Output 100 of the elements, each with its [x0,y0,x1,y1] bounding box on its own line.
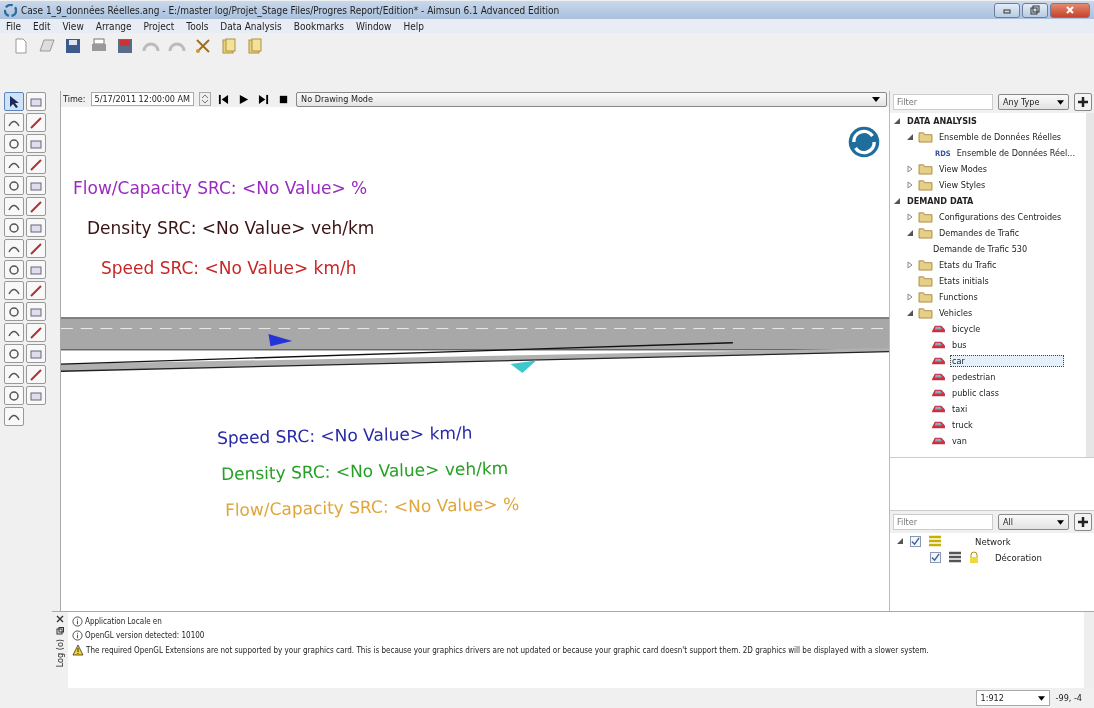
collapsed-arrow-icon[interactable] [906,181,914,189]
tool-button[interactable] [4,344,24,363]
drawing-mode-dropdown[interactable]: No Drawing Mode [296,91,887,107]
skip-forward-icon [258,93,270,105]
expanded-arrow-icon[interactable] [906,309,914,317]
float-icon[interactable] [56,627,64,635]
close-button[interactable] [1050,2,1090,18]
menu-item[interactable]: File [6,20,21,32]
tree-section-header[interactable]: DEMAND DATA [905,195,976,207]
tool-button[interactable] [26,239,46,258]
tree-item[interactable]: Demande de Trafic 530 [931,243,1030,255]
layer-item[interactable]: Network [975,535,1011,547]
menu-item[interactable]: Bookmarks [293,20,344,32]
filter-field[interactable]: Filter [893,94,993,110]
tree-item[interactable]: View Styles [937,179,988,191]
layer-item[interactable]: Décoration [995,551,1042,563]
expanded-arrow-icon[interactable] [906,133,914,141]
add-button[interactable] [1074,513,1092,531]
tool-button[interactable] [4,113,24,132]
tree-item[interactable]: taxi [950,403,970,415]
tree-item[interactable]: public class [950,387,1002,399]
tool-button[interactable] [4,302,24,321]
menu-item[interactable]: Edit [33,20,51,32]
tool-button[interactable] [26,281,46,300]
expanded-arrow-icon[interactable] [906,229,914,237]
collapsed-arrow-icon[interactable] [906,293,914,301]
expanded-arrow-icon[interactable] [896,537,904,545]
tool-button[interactable] [4,134,24,153]
skip-back-icon [218,93,230,105]
expanded-arrow-icon[interactable] [893,197,901,205]
menu-item[interactable]: View [62,20,84,32]
tool-button[interactable] [26,197,46,216]
tree-item[interactable]: car [950,355,1064,367]
tool-icon [7,262,21,277]
vehicle-icon [931,323,946,335]
menu-item[interactable]: Data Analysis [220,20,282,32]
tool-button[interactable] [4,155,24,174]
tree-item[interactable]: bus [950,339,969,351]
dropdown-caret-icon [1057,519,1064,525]
tree-section-header[interactable]: DATA ANALYSIS [905,115,979,127]
stop-icon [278,93,290,105]
tool-button[interactable] [26,365,46,384]
tree-item[interactable]: van [950,435,969,447]
collapsed-arrow-icon[interactable] [906,213,914,221]
measure-label: Flow/Capacity SRC: <No Value> % [224,492,521,521]
tree-item[interactable]: Vehicles [937,307,975,319]
tool-button[interactable] [4,386,24,405]
tool-button[interactable] [4,260,24,279]
close-icon [1065,5,1075,15]
time-field[interactable]: 5/17/2011 12:00:00 AM [90,92,195,106]
tool-button[interactable] [4,218,24,237]
tool-button[interactable] [4,365,24,384]
menu-item[interactable]: Window [356,20,392,32]
tool-button[interactable] [26,323,46,342]
collapsed-arrow-icon[interactable] [906,261,914,269]
layer-checkbox[interactable] [910,535,921,547]
close-icon[interactable] [56,615,64,623]
tree-item[interactable]: View Modes [937,163,990,175]
tool-icon [29,325,43,340]
vehicle-icon [931,371,946,383]
tool-button[interactable] [4,281,24,300]
tree-item[interactable]: Etats du Trafic [937,259,999,271]
tool-button[interactable] [4,407,24,426]
tree-item[interactable]: Ensemble de Données Réelles [937,131,1064,143]
menu-item[interactable]: Project [143,20,175,32]
tool-icon [7,136,21,151]
tree-item[interactable]: Configurations des Centroides [937,211,1064,223]
tool-button[interactable] [4,92,24,111]
tree-item[interactable]: Demandes de Trafic [937,227,1022,239]
filter-field[interactable]: Filter [893,514,993,530]
tool-button[interactable] [26,155,46,174]
info-icon [72,630,83,641]
restore-button[interactable] [1022,2,1048,18]
tree-item[interactable]: Ensemble de Données Réel... [954,147,1077,159]
tree-item[interactable]: Etats initials [937,275,991,287]
add-button[interactable] [1074,93,1092,111]
tree-item[interactable]: truck [950,419,975,431]
layer-checkbox[interactable] [930,551,941,563]
time-spinner[interactable] [199,92,212,106]
minimize-button[interactable] [994,2,1020,18]
tool-button[interactable] [4,176,24,195]
tool-button[interactable] [26,113,46,132]
tool-icon [29,199,43,214]
tool-button[interactable] [4,197,24,216]
tree-item[interactable]: Functions [937,291,980,303]
menu-item[interactable]: Tools [186,20,209,32]
tree-item[interactable]: bicycle [950,323,983,335]
type-dropdown[interactable]: Any Type [998,94,1069,110]
tool-button[interactable] [4,323,24,342]
network-canvas[interactable]: Flow/Capacity SRC: <No Value> % Density SRC: <No Value> veh/km Speed SRC: <No Value> km/h Speed SRC: <No Value> km/h Density SRC: <No Value> veh/km Flow/Capacity SRC: <No Value> % [61,107,889,611]
tool-button[interactable] [4,239,24,258]
menu-item[interactable]: Help [403,20,424,32]
tree-item[interactable]: pedestrian [950,371,998,383]
menu-item[interactable]: Arrange [95,20,132,32]
scale-dropdown[interactable]: 1:912 [975,690,1050,706]
layer-type-dropdown[interactable]: All [998,514,1069,530]
measure-label: Speed SRC: <No Value> km/h [216,421,474,449]
tool-icon [7,388,21,403]
collapsed-arrow-icon[interactable] [906,165,914,173]
expanded-arrow-icon[interactable] [893,117,901,125]
